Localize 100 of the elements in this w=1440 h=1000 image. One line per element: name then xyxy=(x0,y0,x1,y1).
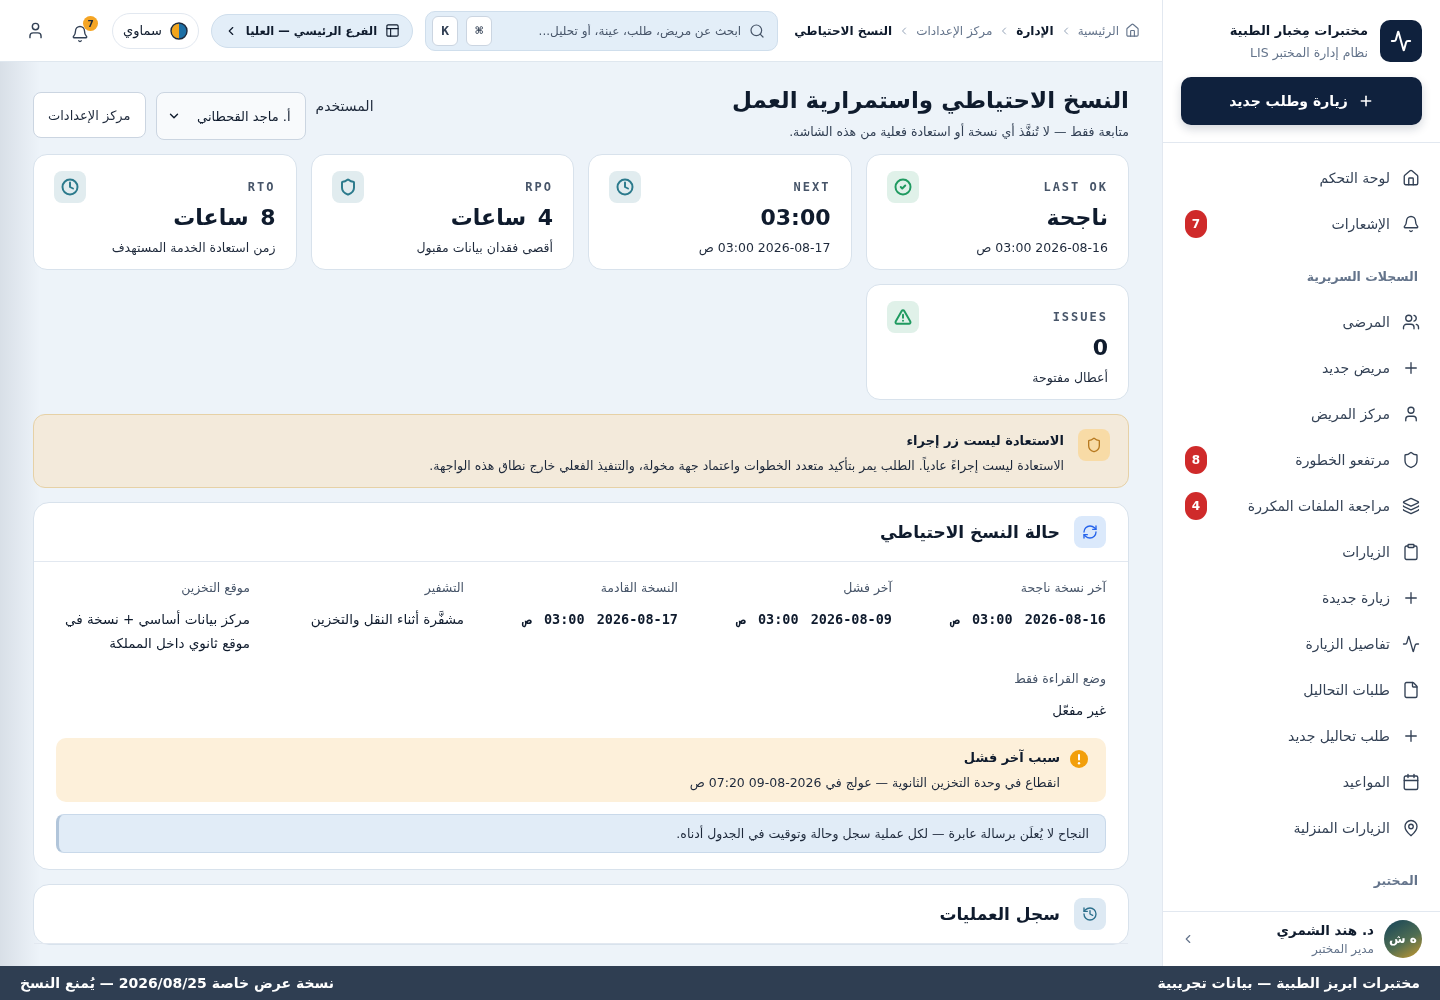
nav-item[interactable]: المرضى xyxy=(1163,299,1440,345)
kpi-label: RPO xyxy=(525,180,553,194)
field-label: وضع القراءة فقط xyxy=(1013,671,1106,686)
nav-item[interactable]: لوحة التحكم xyxy=(1163,155,1440,201)
bell-icon xyxy=(71,25,89,43)
notification-badge: 7 xyxy=(83,16,98,31)
field-value: 2026-08-17 03:00 ص xyxy=(521,610,678,630)
nav-item[interactable]: الزيارات المنزلية xyxy=(1163,805,1440,851)
info-note: النجاح لا يُعلَن برسالة عابرة — لكل عملية سجل وحالة وتوقيت في الجدول أدناه. xyxy=(56,814,1106,853)
kpi-label: NEXT xyxy=(793,180,831,194)
shortcut-key: ⌘ xyxy=(466,15,493,46)
brand-title: مختبرات مِخبار الطبية xyxy=(1229,22,1368,38)
branch-selector[interactable]: الفرع الرئيسي — العليا xyxy=(210,13,414,48)
failure-text: انقطاع في وحدة التخزين الثانوية — عولج في 2026-08-09 07:20 ص xyxy=(689,775,1060,790)
nav-item[interactable]: زيارة جديدة xyxy=(1163,575,1440,621)
map-pin-icon xyxy=(1402,819,1420,837)
clock-icon xyxy=(54,171,86,203)
nav-item[interactable]: مريض جديد xyxy=(1163,345,1440,391)
field-value: مركز بيانات أساسي + نسخة في موقع ثانوي داخل المملكة xyxy=(63,609,250,654)
shield-icon xyxy=(1078,429,1110,461)
field-label: آخر فشل xyxy=(842,580,892,595)
plus-icon xyxy=(1402,359,1420,377)
banner-notice: نسخة عرض خاصة 2026/08/25 — يُمنع النسخ xyxy=(20,975,334,991)
banner-title: مختبرات ابريز الطبية — بيانات تجريبية xyxy=(1157,975,1420,991)
pulse-icon xyxy=(1402,635,1420,653)
field-value: مشفَّرة أثناء النقل والتخزين xyxy=(309,609,464,630)
kpi-note: 2026-08-16 03:00 ص xyxy=(975,240,1108,255)
field-value: 2026-08-09 03:00 ص xyxy=(735,610,892,630)
home-icon xyxy=(1125,23,1140,38)
kpi-note: أعطال مفتوحة xyxy=(1031,370,1108,385)
new-visit-button[interactable]: زيارة وطلب جديد xyxy=(1181,77,1422,125)
page-title: النسخ الاحتياطي واستمرارية العمل xyxy=(732,86,1129,116)
failure-title: سبب آخر فشل xyxy=(962,750,1060,765)
shield-icon xyxy=(331,171,364,203)
logo-icon xyxy=(1380,20,1422,62)
field-value: 2026-08-16 03:00 ص xyxy=(949,610,1106,630)
user-filter-label: المستخدم xyxy=(315,98,374,114)
theme-toggle[interactable]: سماوي xyxy=(112,12,199,49)
clipboard-icon xyxy=(1402,543,1420,561)
notice-title: الاستعادة ليست زر إجراء xyxy=(905,433,1064,448)
search-icon xyxy=(749,22,766,39)
kpi-note: أقصى فقدان بيانات مقبول xyxy=(415,240,553,255)
contrast-icon xyxy=(169,21,188,40)
user-select[interactable]: أ. ماجد القحطاني xyxy=(155,92,306,140)
user-name: د. هند الشمري xyxy=(1276,922,1374,938)
history-icon xyxy=(1074,898,1106,930)
user-avatar: ه ش xyxy=(1384,920,1422,958)
field-label: التشفير xyxy=(423,580,464,595)
kpi-value: 8 ساعات xyxy=(172,205,276,230)
plus-icon xyxy=(1402,727,1420,745)
field-label: آخر نسخة ناجحة xyxy=(1019,580,1106,595)
kpi-value: ناجحة xyxy=(1045,205,1108,230)
nav-item[interactable]: مركز المريض xyxy=(1163,391,1440,437)
nav-item[interactable]: تفاصيل الزيارة xyxy=(1163,621,1440,667)
count-badge: 7 xyxy=(1185,210,1207,238)
nav-item[interactable]: المواعيد xyxy=(1163,759,1440,805)
breadcrumb-link[interactable]: مركز الإعدادات xyxy=(916,23,993,38)
breadcrumb-current[interactable]: النسخ الاحتياطي xyxy=(794,23,893,38)
warning-icon xyxy=(886,301,919,333)
page-subtitle: متابعة فقط — لا تُنفَّذ أي نسخة أو استعادة فعلية من هذه الشاشة. xyxy=(788,124,1129,139)
shield-icon xyxy=(1402,451,1420,469)
kpi-note: زمن استعادة الخدمة المستهدف xyxy=(110,240,276,255)
count-badge: 4 xyxy=(1185,492,1207,520)
kpi-value: 0 xyxy=(1091,335,1108,360)
settings-center-button[interactable]: مركز الإعدادات xyxy=(33,92,146,138)
nav-item[interactable]: الزيارات xyxy=(1163,529,1440,575)
shortcut-key: K xyxy=(432,15,459,46)
card-title: حالة النسخ الاحتياطي xyxy=(879,522,1060,542)
field-label: موقع التخزين xyxy=(180,580,250,595)
users-icon xyxy=(1402,313,1420,331)
kpi-value: 03:00 xyxy=(759,205,831,230)
nav-item[interactable]: طلب تحاليل جديد xyxy=(1163,713,1440,759)
file-icon xyxy=(1402,681,1420,699)
field-label: النسخة القادمة xyxy=(599,580,678,595)
kpi-note: 2026-08-17 03:00 ص xyxy=(697,240,831,255)
layers-icon xyxy=(1402,497,1420,515)
nav-section-heading: السجلات السريرية xyxy=(1305,268,1419,286)
user-role: مدير المختبر xyxy=(1310,942,1374,956)
kpi-label: ISSUES xyxy=(1052,310,1108,324)
kpi-label: RTO xyxy=(247,180,276,194)
nav-item[interactable]: طلبات التحاليل xyxy=(1163,667,1440,713)
kpi-value: 4 ساعات xyxy=(449,205,553,230)
clock-icon xyxy=(609,171,641,203)
breadcrumb-link[interactable]: الإدارة xyxy=(1016,23,1054,38)
plus-icon xyxy=(1402,589,1420,607)
exclamation-icon xyxy=(1070,750,1088,768)
field-value: غير مفعّل xyxy=(1051,701,1106,721)
bell-icon xyxy=(1402,215,1420,233)
notice-text: الاستعادة ليست إجراءً عادياً. الطلب يمر بتأكيد متعدد الخطوات واعتماد جهة مخولة، والتنفيذ الفعلي خارج نطاق هذه الواجهة. xyxy=(429,458,1064,473)
refresh-icon xyxy=(1074,516,1106,548)
breadcrumb-link[interactable]: الرئيسية xyxy=(1077,23,1140,38)
notifications-button[interactable]: 7 xyxy=(67,16,98,45)
brand-subtitle: نظام إدارة المختبر LIS xyxy=(1249,44,1368,60)
user-icon[interactable] xyxy=(26,21,45,40)
user-icon xyxy=(1402,405,1420,423)
calendar-icon xyxy=(1402,773,1420,791)
layout-icon xyxy=(385,23,401,38)
home-icon xyxy=(1402,169,1420,187)
nav-section-heading: المختبر xyxy=(1372,872,1419,890)
kpi-label: LAST OK xyxy=(1043,180,1108,194)
